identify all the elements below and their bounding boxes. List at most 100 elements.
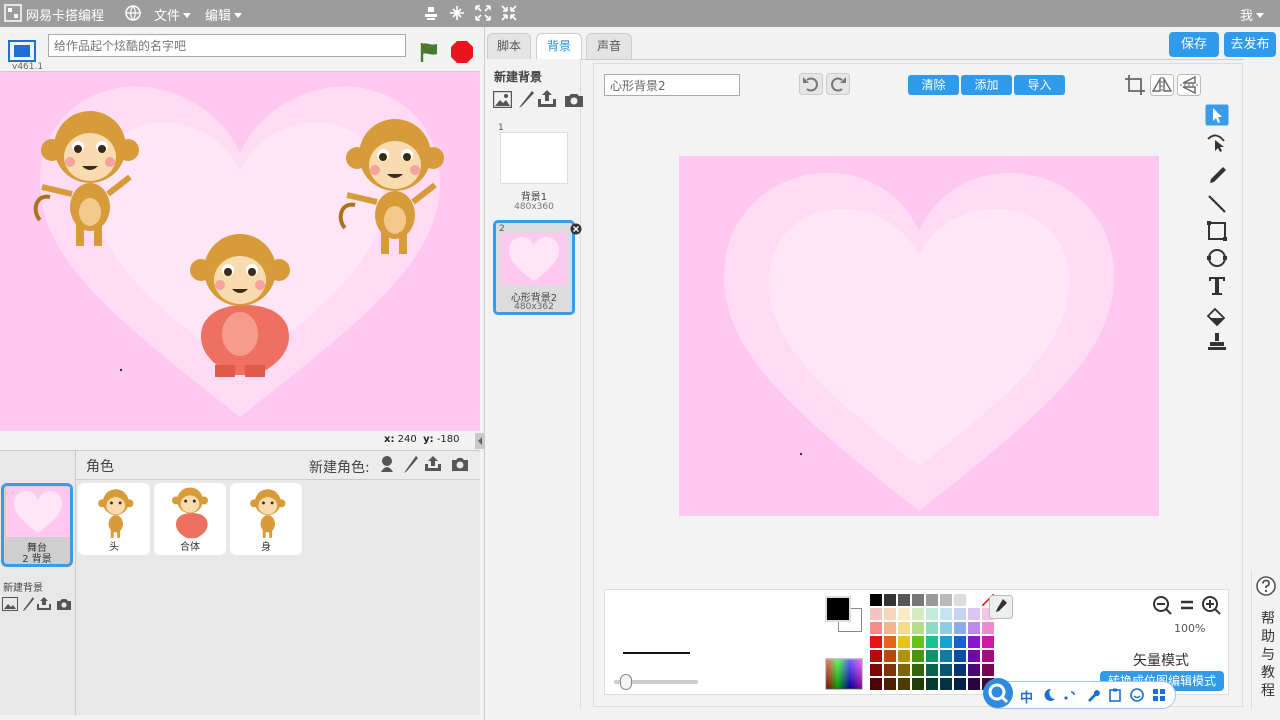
project-title-input[interactable] bbox=[48, 34, 406, 57]
sprite-tile-head[interactable]: 头 bbox=[78, 483, 150, 555]
backdrop-item-2[interactable]: 2 心形背景2 480x362 bbox=[493, 220, 575, 315]
color-swatch[interactable] bbox=[982, 650, 994, 662]
emoji-icon[interactable] bbox=[1130, 688, 1144, 702]
color-swatch[interactable] bbox=[940, 678, 952, 690]
upload-backdrop-icon[interactable] bbox=[36, 596, 52, 612]
publish-button[interactable]: 去发布 bbox=[1224, 32, 1276, 57]
sprite-library-icon[interactable] bbox=[377, 454, 397, 474]
color-swatch[interactable] bbox=[926, 678, 938, 690]
color-swatch[interactable] bbox=[912, 594, 924, 606]
monkey-combined-sprite[interactable] bbox=[185, 230, 295, 380]
brush-size-handle[interactable] bbox=[620, 674, 632, 690]
file-menu[interactable]: 文件 bbox=[154, 5, 191, 24]
delete-backdrop-icon[interactable] bbox=[570, 223, 582, 235]
flip-horizontal-icon[interactable] bbox=[1150, 74, 1174, 96]
help-label[interactable]: 帮助与教程 bbox=[1259, 610, 1277, 700]
color-swatch[interactable] bbox=[954, 594, 966, 606]
color-swatch[interactable] bbox=[870, 678, 882, 690]
color-swatch[interactable] bbox=[870, 608, 882, 620]
paint-backdrop-icon[interactable] bbox=[518, 90, 534, 109]
color-swatch[interactable] bbox=[898, 650, 910, 662]
color-swatch[interactable] bbox=[912, 678, 924, 690]
color-swatch[interactable] bbox=[940, 608, 952, 620]
color-swatch[interactable] bbox=[940, 650, 952, 662]
color-swatch[interactable] bbox=[926, 664, 938, 676]
color-swatch[interactable] bbox=[940, 594, 952, 606]
monkey-body-sprite[interactable] bbox=[335, 110, 445, 260]
stamp-tool-icon[interactable] bbox=[1205, 331, 1229, 353]
color-swatch[interactable] bbox=[954, 650, 966, 662]
clipboard-icon[interactable] bbox=[1108, 688, 1122, 702]
cut-scissors-icon[interactable] bbox=[448, 4, 466, 22]
ime-lang[interactable]: 中 bbox=[1020, 687, 1033, 706]
color-swatch[interactable] bbox=[912, 622, 924, 634]
color-swatch[interactable] bbox=[898, 636, 910, 648]
green-flag-icon[interactable] bbox=[418, 40, 442, 64]
color-swatch[interactable] bbox=[954, 636, 966, 648]
color-swatch[interactable] bbox=[926, 608, 938, 620]
backdrop-library-icon[interactable] bbox=[493, 91, 512, 108]
tab-scripts[interactable]: 脚本 bbox=[487, 33, 531, 59]
crop-icon[interactable] bbox=[1124, 74, 1146, 96]
pencil-icon[interactable] bbox=[1205, 165, 1229, 187]
clear-button[interactable]: 清除 bbox=[908, 75, 959, 95]
color-swatch[interactable] bbox=[926, 622, 938, 634]
color-swatch[interactable] bbox=[912, 664, 924, 676]
text-tool-icon[interactable] bbox=[1205, 274, 1229, 296]
moon-icon[interactable] bbox=[1042, 688, 1056, 702]
grow-icon[interactable] bbox=[474, 4, 492, 22]
color-swatch[interactable] bbox=[870, 594, 882, 606]
color-swatch[interactable] bbox=[884, 650, 896, 662]
backdrop-library-icon[interactable] bbox=[2, 597, 18, 611]
user-menu[interactable]: 我 bbox=[1240, 5, 1264, 24]
color-swatch[interactable] bbox=[898, 664, 910, 676]
paint-backdrop-icon[interactable] bbox=[21, 596, 35, 612]
color-swatch[interactable] bbox=[898, 622, 910, 634]
upload-backdrop-icon[interactable] bbox=[537, 89, 557, 109]
color-swatch[interactable] bbox=[940, 636, 952, 648]
color-swatch[interactable] bbox=[954, 678, 966, 690]
select-arrow-icon[interactable] bbox=[1205, 104, 1229, 126]
sprite-tile-body[interactable]: 身 bbox=[230, 483, 302, 555]
camera-sprite-icon[interactable] bbox=[450, 454, 470, 474]
save-button[interactable]: 保存 bbox=[1169, 32, 1219, 57]
color-swatch[interactable] bbox=[940, 622, 952, 634]
tab-backdrops[interactable]: 背景 bbox=[536, 33, 582, 60]
reshape-icon[interactable] bbox=[1205, 131, 1229, 153]
upload-sprite-icon[interactable] bbox=[423, 454, 443, 474]
color-swatch[interactable] bbox=[870, 650, 882, 662]
wrench-icon[interactable] bbox=[1086, 688, 1100, 702]
help-question-icon[interactable] bbox=[1256, 576, 1276, 596]
punctuation-icon[interactable] bbox=[1063, 688, 1077, 702]
color-swatch[interactable] bbox=[982, 664, 994, 676]
color-swatch[interactable] bbox=[912, 608, 924, 620]
color-swatch[interactable] bbox=[898, 594, 910, 606]
color-swatch[interactable] bbox=[982, 636, 994, 648]
rectangle-tool-icon[interactable] bbox=[1205, 220, 1229, 242]
add-button[interactable]: 添加 bbox=[961, 75, 1012, 95]
ime-logo-icon[interactable] bbox=[982, 677, 1014, 709]
import-button[interactable]: 导入 bbox=[1014, 75, 1065, 95]
camera-backdrop-icon[interactable] bbox=[56, 597, 72, 611]
color-swatch[interactable] bbox=[982, 622, 994, 634]
color-swatch[interactable] bbox=[926, 650, 938, 662]
stage-tile[interactable]: 舞台 2 背景 bbox=[1, 483, 73, 567]
color-picker-spectrum[interactable] bbox=[825, 658, 863, 690]
globe-icon[interactable] bbox=[124, 4, 142, 22]
flip-vertical-icon[interactable] bbox=[1177, 74, 1201, 96]
color-swatch[interactable] bbox=[884, 636, 896, 648]
edit-menu[interactable]: 编辑 bbox=[205, 5, 242, 24]
sprite-tile-combined[interactable]: 合体 bbox=[154, 483, 226, 555]
paint-canvas[interactable] bbox=[679, 156, 1159, 516]
color-swatch[interactable] bbox=[884, 608, 896, 620]
color-swatch[interactable] bbox=[968, 594, 980, 606]
undo-icon[interactable] bbox=[799, 73, 823, 95]
color-swatch[interactable] bbox=[898, 678, 910, 690]
color-swatch[interactable] bbox=[954, 664, 966, 676]
eyedropper-icon[interactable] bbox=[989, 595, 1013, 619]
color-swatch[interactable] bbox=[884, 664, 896, 676]
color-swatch[interactable] bbox=[870, 636, 882, 648]
paint-sprite-icon[interactable] bbox=[400, 454, 420, 474]
color-swatch[interactable] bbox=[912, 636, 924, 648]
fullscreen-icon[interactable] bbox=[8, 40, 36, 62]
